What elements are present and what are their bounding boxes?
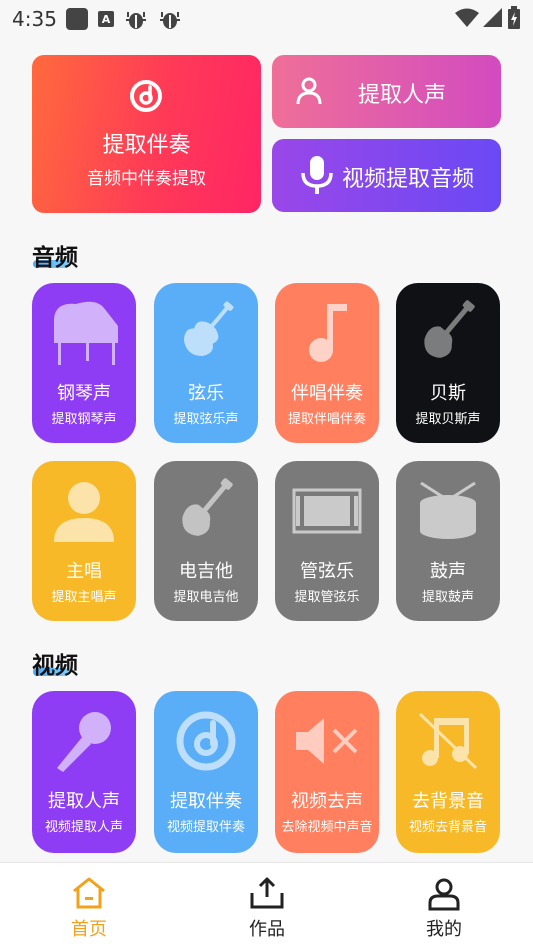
- nav-works-label: 作品: [249, 919, 285, 940]
- drum-icon: [420, 481, 476, 539]
- extract-vocal-card[interactable]: 提取人声: [272, 55, 501, 128]
- signal-icon: [483, 8, 502, 27]
- tile-video-vocal[interactable]: 提取人声 视频提取人声: [32, 691, 136, 853]
- status-notification-icons: A: [66, 8, 182, 30]
- nav-home[interactable]: 首页: [29, 863, 149, 950]
- tile-bass[interactable]: 贝斯 提取贝斯声: [396, 283, 500, 443]
- tile-title: 视频去声: [291, 791, 363, 812]
- tile-title: 管弦乐: [300, 561, 354, 582]
- violin-icon: [183, 301, 234, 357]
- wifi-icon: [455, 8, 479, 27]
- tile-video-mute[interactable]: 视频去声 去除视频中声音: [275, 691, 379, 853]
- tile-title: 贝斯: [430, 383, 466, 404]
- bug-icon: [160, 12, 180, 29]
- tile-subtitle: 视频提取伴奏: [166, 820, 245, 835]
- tile-subtitle: 提取钢琴声: [51, 412, 117, 427]
- microphone-icon: [301, 156, 333, 194]
- tile-remove-background[interactable]: 去背景音 视频去背景音: [396, 691, 500, 853]
- tile-title: 伴唱伴奏: [291, 383, 363, 404]
- tile-title: 去背景音: [412, 791, 484, 812]
- hero-audio-label: 视频提取音频: [342, 167, 475, 192]
- person-icon: [296, 77, 322, 105]
- tile-subtitle: 提取电吉他: [173, 590, 239, 605]
- tile-subtitle: 视频提取人声: [44, 820, 123, 835]
- tile-title: 提取伴奏: [170, 791, 242, 812]
- tile-backing-vocals[interactable]: 伴唱伴奏 提取伴唱伴奏: [275, 283, 379, 443]
- nav-works[interactable]: 作品: [207, 863, 327, 950]
- karaoke-microphone-icon: [57, 712, 111, 772]
- tile-title: 钢琴声: [57, 383, 111, 404]
- home-icon: [73, 877, 105, 909]
- hero-vocal-label: 提取人声: [358, 83, 447, 108]
- extract-accompaniment-card[interactable]: 提取伴奏 音频中伴奏提取: [32, 55, 261, 213]
- tile-orchestral[interactable]: 管弦乐 提取管弦乐: [275, 461, 379, 621]
- music-disc-icon: [130, 80, 162, 112]
- music-disc-icon: [176, 711, 236, 771]
- tile-subtitle: 提取伴唱伴奏: [287, 412, 366, 427]
- hero-main-title: 提取伴奏: [102, 133, 191, 158]
- film-strip-icon: [292, 488, 362, 534]
- tile-subtitle: 提取贝斯声: [415, 412, 481, 427]
- battery-icon: [508, 6, 520, 29]
- video-extract-audio-card[interactable]: 视频提取音频: [272, 139, 501, 212]
- electric-guitar-icon: [182, 478, 233, 536]
- status-bar: 4:35 A: [0, 0, 533, 38]
- tile-title: 主唱: [66, 561, 102, 582]
- tile-lead-vocals[interactable]: 主唱 提取主唱声: [32, 461, 136, 621]
- video-section-title: 视频: [32, 653, 78, 679]
- bug-icon: [126, 12, 146, 29]
- upload-tray-icon: [250, 877, 284, 909]
- hero-main-subtitle: 音频中伴奏提取: [87, 169, 206, 189]
- tile-subtitle: 提取主唱声: [51, 590, 117, 605]
- bottom-navigation: 首页 作品 我的: [0, 862, 533, 950]
- tile-subtitle: 提取弦乐声: [173, 412, 239, 427]
- tile-subtitle: 提取管弦乐: [294, 590, 360, 605]
- nav-home-label: 首页: [71, 919, 107, 940]
- app-notification-icon: [66, 8, 88, 30]
- user-profile-icon: [428, 878, 460, 911]
- tile-subtitle: 去除视频中声音: [281, 820, 373, 835]
- singer-person-icon: [54, 482, 114, 542]
- nav-mine-label: 我的: [426, 919, 462, 940]
- tile-piano[interactable]: 钢琴声 提取钢琴声: [32, 283, 136, 443]
- tile-subtitle: 提取鼓声: [421, 590, 474, 605]
- tile-title: 提取人声: [48, 791, 120, 812]
- music-note-icon: [309, 304, 347, 362]
- tile-video-accompaniment[interactable]: 提取伴奏 视频提取伴奏: [154, 691, 258, 853]
- mute-speaker-icon: [296, 718, 358, 764]
- status-time: 4:35: [12, 7, 57, 31]
- tile-title: 电吉他: [179, 561, 233, 582]
- nav-mine[interactable]: 我的: [384, 863, 504, 950]
- piano-icon: [54, 301, 118, 365]
- tile-strings[interactable]: 弦乐 提取弦乐声: [154, 283, 258, 443]
- status-system-icons: [455, 6, 521, 30]
- tile-title: 弦乐: [188, 383, 224, 404]
- tile-electric-guitar[interactable]: 电吉他 提取电吉他: [154, 461, 258, 621]
- audio-section-title: 音频: [32, 245, 78, 271]
- tile-drums[interactable]: 鼓声 提取鼓声: [396, 461, 500, 621]
- a-notification-icon: A: [98, 11, 114, 27]
- tile-title: 鼓声: [430, 561, 466, 582]
- bass-guitar-icon: [424, 300, 475, 358]
- no-music-icon: [418, 712, 478, 770]
- tile-subtitle: 视频去背景音: [408, 820, 487, 835]
